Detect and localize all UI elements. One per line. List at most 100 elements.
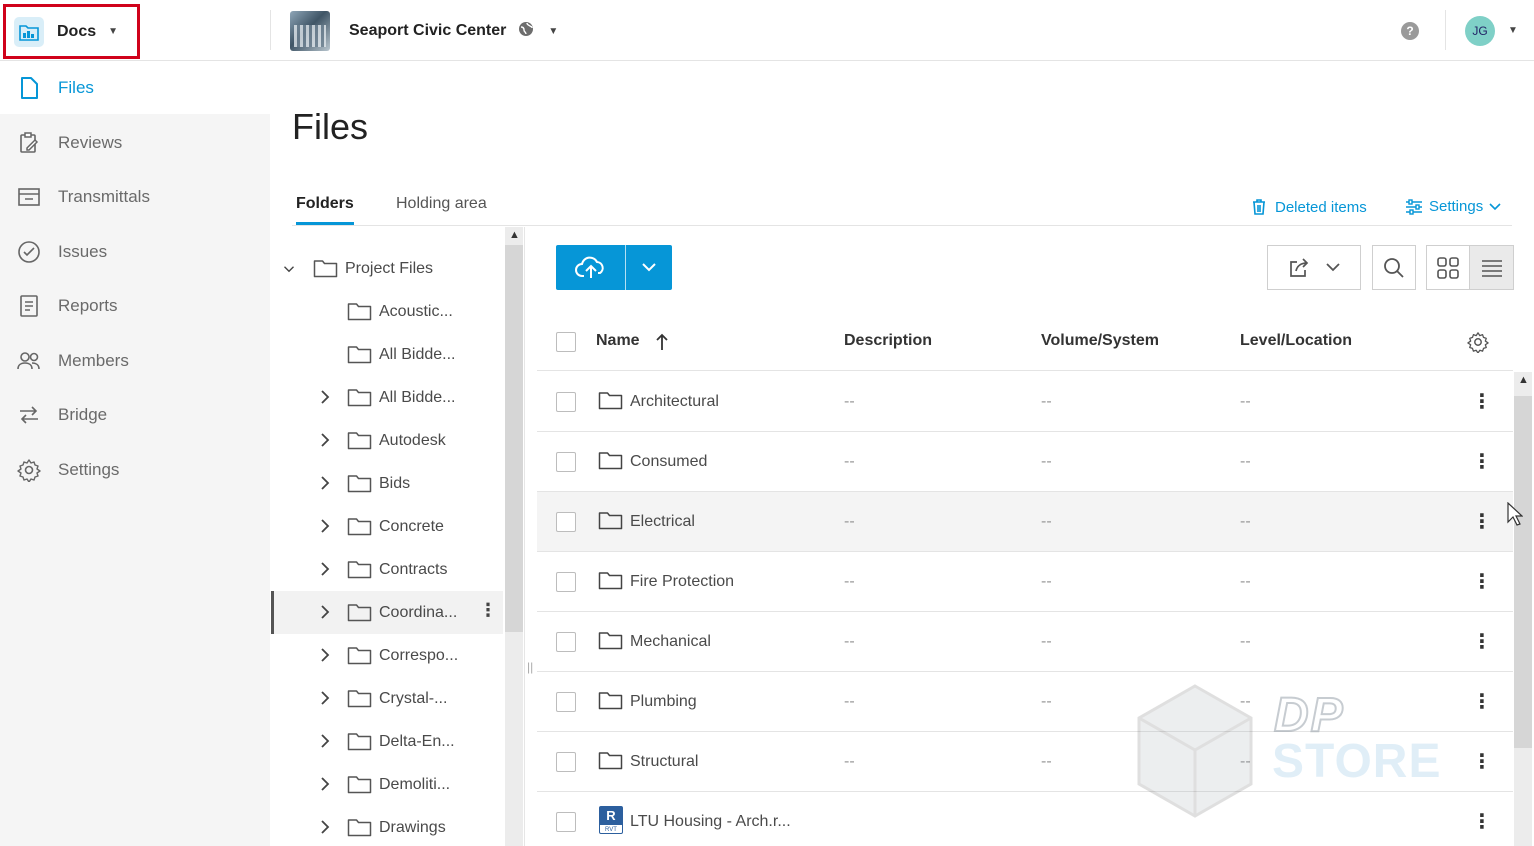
tree-item[interactable]: Acoustic... xyxy=(271,290,503,333)
more-vertical-icon[interactable]: ⋮ xyxy=(1472,629,1492,654)
chevron-right-icon[interactable] xyxy=(319,432,331,448)
sidebar-item-reports[interactable]: Reports xyxy=(0,280,270,332)
column-header-name[interactable]: Name xyxy=(596,332,640,350)
tree-item[interactable]: All Bidde... xyxy=(271,333,503,376)
row-checkbox[interactable] xyxy=(556,752,576,772)
tree-item[interactable]: Crystal-... xyxy=(271,677,503,720)
chevron-right-icon[interactable] xyxy=(319,647,331,663)
splitter-grip-icon[interactable]: || xyxy=(527,660,533,674)
row-checkbox[interactable] xyxy=(556,692,576,712)
deleted-items-link[interactable]: Deleted items xyxy=(1251,198,1367,216)
more-vertical-icon[interactable]: ⋮ xyxy=(1472,389,1492,414)
column-header-level-location[interactable]: Level/Location xyxy=(1240,332,1352,350)
chevron-right-icon[interactable] xyxy=(319,561,331,577)
row-checkbox[interactable] xyxy=(556,632,576,652)
sidebar-item-transmittals[interactable]: Transmittals xyxy=(0,171,270,223)
row-checkbox[interactable] xyxy=(556,452,576,472)
tree-item[interactable]: Bids xyxy=(271,462,503,505)
more-vertical-icon[interactable]: ⋮ xyxy=(1472,689,1492,714)
sort-ascending-icon[interactable] xyxy=(655,333,669,351)
row-name[interactable]: LTU Housing - Arch.r... xyxy=(630,813,791,831)
more-vertical-icon[interactable]: ⋮ xyxy=(1472,809,1492,834)
scroll-up-icon[interactable]: ▲ xyxy=(509,229,520,241)
scroll-up-icon[interactable]: ▲ xyxy=(1518,374,1529,386)
row-checkbox[interactable] xyxy=(556,512,576,532)
scrollbar-thumb[interactable] xyxy=(505,245,523,632)
row-name[interactable]: Mechanical xyxy=(630,633,711,651)
chevron-right-icon[interactable] xyxy=(319,733,331,749)
row-name[interactable]: Consumed xyxy=(630,453,707,471)
folder-icon xyxy=(347,819,372,837)
chevron-right-icon[interactable] xyxy=(319,389,331,405)
folder-icon xyxy=(598,752,623,770)
module-switcher[interactable]: Docs ▼ xyxy=(3,4,140,59)
tree-item[interactable]: Correspo... xyxy=(271,634,503,677)
caret-down-icon[interactable]: ▼ xyxy=(1508,25,1518,36)
tree-item[interactable]: Contracts xyxy=(271,548,503,591)
table-row[interactable]: R RVT LTU Housing - Arch.r... ⋮ xyxy=(537,792,1513,846)
upload-options-button[interactable] xyxy=(626,245,672,290)
column-header-description[interactable]: Description xyxy=(844,332,932,350)
gear-icon[interactable] xyxy=(1467,331,1489,353)
chevron-right-icon[interactable] xyxy=(319,604,331,620)
table-row[interactable]: Mechanical -- -- -- ⋮ xyxy=(537,612,1513,672)
tab-folders[interactable]: Folders xyxy=(296,195,354,225)
chevron-right-icon[interactable] xyxy=(319,518,331,534)
row-name[interactable]: Fire Protection xyxy=(630,573,734,591)
table-row[interactable]: Fire Protection -- -- -- ⋮ xyxy=(537,552,1513,612)
sidebar-item-settings[interactable]: Settings xyxy=(0,444,270,496)
more-vertical-icon[interactable]: ⋮ xyxy=(1472,569,1492,594)
sidebar-item-members[interactable]: Members xyxy=(0,335,270,387)
chevron-right-icon[interactable] xyxy=(319,690,331,706)
grid-view-button[interactable] xyxy=(1426,245,1470,290)
chevron-right-icon[interactable] xyxy=(319,776,331,792)
select-all-checkbox[interactable] xyxy=(556,332,576,352)
tab-holding-area[interactable]: Holding area xyxy=(396,195,487,222)
row-name[interactable]: Architectural xyxy=(630,393,719,411)
row-checkbox[interactable] xyxy=(556,812,576,832)
tree-item[interactable]: Autodesk xyxy=(271,419,503,462)
more-vertical-icon[interactable]: ⋮ xyxy=(479,600,497,621)
more-vertical-icon[interactable]: ⋮ xyxy=(1472,509,1492,534)
column-header-volume-system[interactable]: Volume/System xyxy=(1041,332,1159,350)
table-row[interactable]: Electrical -- -- -- ⋮ xyxy=(537,492,1513,552)
more-vertical-icon[interactable]: ⋮ xyxy=(1472,749,1492,774)
row-checkbox[interactable] xyxy=(556,392,576,412)
list-view-button[interactable] xyxy=(1469,245,1514,290)
more-vertical-icon[interactable]: ⋮ xyxy=(1472,449,1492,474)
sidebar-item-issues[interactable]: Issues xyxy=(0,226,270,278)
scrollbar-thumb[interactable] xyxy=(1514,396,1532,748)
row-name[interactable]: Plumbing xyxy=(630,693,697,711)
table-scrollbar[interactable]: ▲ xyxy=(1514,372,1532,846)
sidebar-item-bridge[interactable]: Bridge xyxy=(0,389,270,441)
chevron-right-icon[interactable] xyxy=(319,475,331,491)
chevron-down-icon[interactable] xyxy=(283,261,295,277)
pane-splitter[interactable] xyxy=(524,227,525,846)
avatar[interactable]: JG xyxy=(1465,16,1495,46)
tree-item-project-files[interactable]: Project Files xyxy=(271,247,503,290)
table-row[interactable]: Plumbing -- -- -- ⋮ xyxy=(537,672,1513,732)
row-name[interactable]: Structural xyxy=(630,753,698,771)
table-row[interactable]: Consumed -- -- -- ⋮ xyxy=(537,432,1513,492)
folder-icon xyxy=(347,432,372,450)
table-row[interactable]: Architectural -- -- -- ⋮ xyxy=(537,372,1513,432)
search-button[interactable] xyxy=(1372,245,1416,290)
tree-item[interactable]: Delta-En... xyxy=(271,720,503,763)
tree-item[interactable]: Drawings xyxy=(271,806,503,846)
chevron-down-icon xyxy=(642,263,656,272)
tree-scrollbar[interactable]: ▲ xyxy=(505,227,523,846)
tree-item-selected[interactable]: Coordina... ⋮ xyxy=(271,591,503,634)
tree-item[interactable]: Demoliti... xyxy=(271,763,503,806)
help-icon[interactable]: ? xyxy=(1401,22,1419,40)
sidebar-item-reviews[interactable]: Reviews xyxy=(0,117,270,169)
sidebar-item-files[interactable]: Files xyxy=(0,62,270,114)
tree-item[interactable]: Concrete xyxy=(271,505,503,548)
row-checkbox[interactable] xyxy=(556,572,576,592)
row-name[interactable]: Electrical xyxy=(630,513,695,531)
tree-item[interactable]: All Bidde... xyxy=(271,376,503,419)
share-dropdown-button[interactable] xyxy=(1267,245,1361,290)
project-selector[interactable]: Seaport Civic Center ▼ xyxy=(290,11,558,51)
upload-button[interactable] xyxy=(556,245,625,290)
settings-dropdown[interactable]: Settings xyxy=(1405,198,1501,215)
chevron-right-icon[interactable] xyxy=(319,819,331,835)
